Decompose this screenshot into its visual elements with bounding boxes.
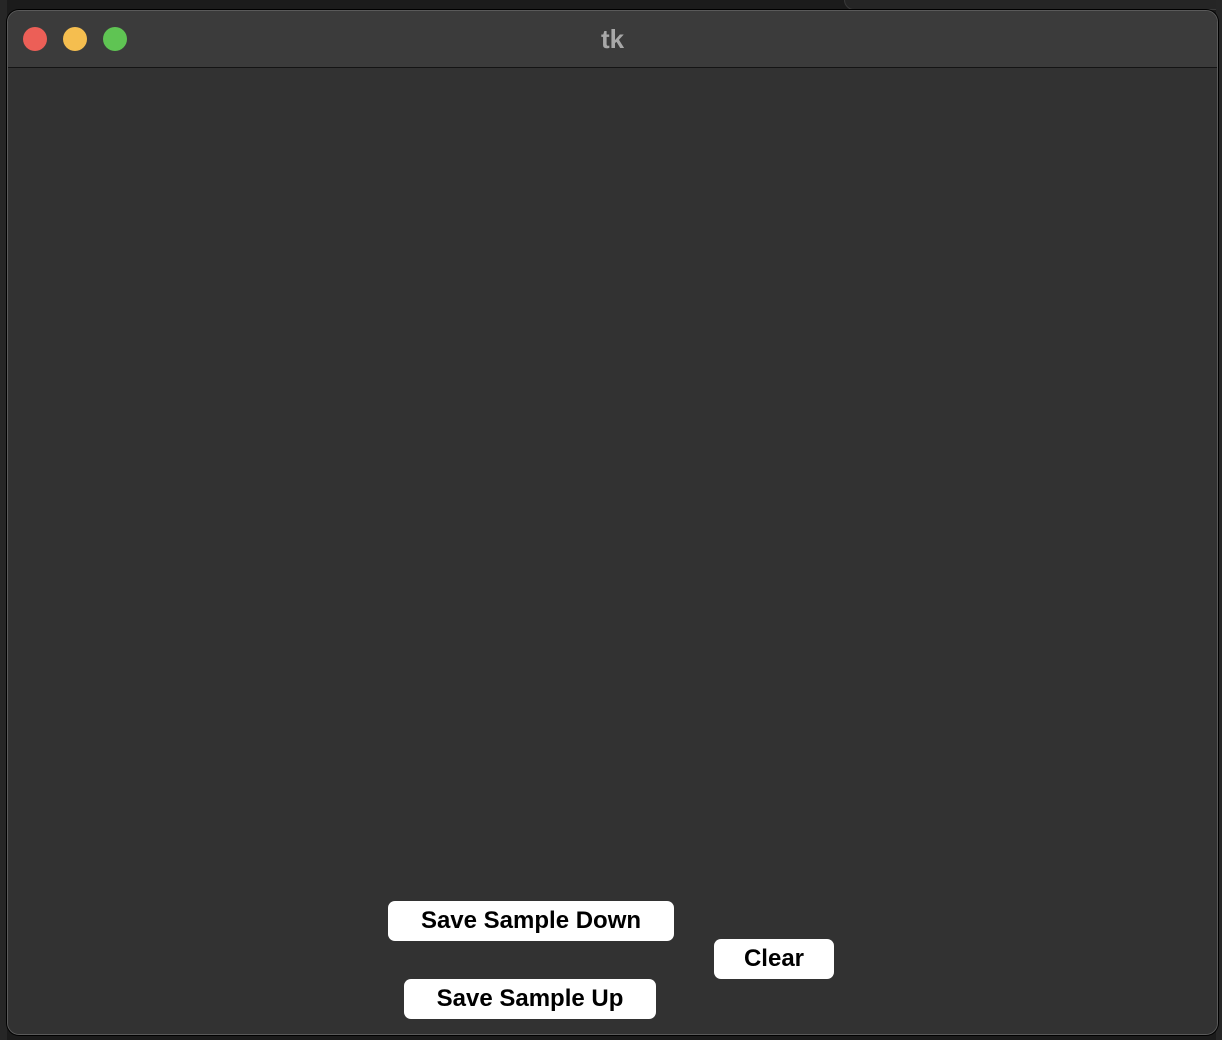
background-window-edge bbox=[844, 0, 1222, 10]
title-bar[interactable]: tk bbox=[8, 11, 1217, 68]
canvas-area[interactable]: Save Sample Down Clear Save Sample Up bbox=[8, 68, 1217, 1034]
window-title: tk bbox=[600, 24, 625, 54]
background-window-left bbox=[0, 0, 7, 1040]
app-window: tk Save Sample Down Clear Save Sample Up bbox=[7, 10, 1218, 1035]
save-sample-down-button[interactable]: Save Sample Down bbox=[388, 901, 674, 941]
desktop: tk Save Sample Down Clear Save Sample Up bbox=[0, 0, 1222, 1040]
save-sample-up-button[interactable]: Save Sample Up bbox=[404, 979, 656, 1019]
clear-button[interactable]: Clear bbox=[714, 939, 834, 979]
